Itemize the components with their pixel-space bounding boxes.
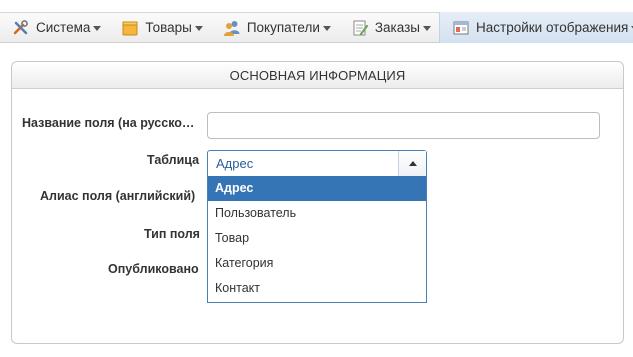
menu-label-system: Система (36, 20, 91, 35)
table-select[interactable]: Адрес (207, 150, 427, 177)
menu-label-customers: Покупатели (246, 20, 320, 35)
panel-title: ОСНОВНАЯ ИНФОРМАЦИЯ (12, 62, 623, 89)
field-name-label: Название поля (на русско… (22, 116, 195, 130)
table-select-value: Адрес (216, 156, 254, 171)
menu-item-products[interactable]: Товары (109, 12, 210, 43)
dropdown-option-address[interactable]: Адрес (208, 176, 426, 201)
dropdown-option-category[interactable]: Категория (208, 251, 426, 276)
chevron-up-icon[interactable] (398, 151, 426, 176)
field-name-input[interactable] (207, 112, 600, 139)
menu-label-display-settings: Настройки отображения (476, 20, 629, 35)
dropdown-option-contact[interactable]: Контакт (208, 276, 426, 301)
menu-strip: Система Товары Покупатели Заказы Настрой… (0, 12, 633, 43)
tools-icon (12, 19, 30, 37)
menu-item-display-settings[interactable]: Настройки отображения (439, 12, 633, 43)
table-label: Таблица (147, 153, 200, 167)
menu-item-customers[interactable]: Покупатели (211, 12, 339, 43)
box-icon (121, 19, 139, 37)
users-icon (223, 19, 241, 37)
field-type-label: Тип поля (144, 227, 200, 241)
menu-label-products: Товары (145, 20, 192, 35)
dropdown-option-product[interactable]: Товар (208, 226, 426, 251)
menu-item-orders[interactable]: Заказы (339, 12, 439, 43)
chevron-down-icon (322, 26, 331, 31)
top-menu-bar: Система Товары Покупатели Заказы Настрой… (0, 0, 633, 55)
chevron-down-icon (194, 26, 203, 31)
menu-item-system[interactable]: Система (0, 12, 109, 43)
chevron-down-icon (423, 26, 432, 31)
published-label: Опубликовано (108, 262, 199, 276)
window-settings-icon (452, 19, 470, 37)
chevron-down-icon (93, 26, 102, 31)
notepad-icon (351, 19, 369, 37)
dropdown-option-user[interactable]: Пользователь (208, 201, 426, 226)
field-alias-label: Алиас поля (английский) (40, 189, 196, 203)
menu-label-orders: Заказы (374, 20, 421, 35)
table-dropdown-list: Адрес Пользователь Товар Категория Конта… (207, 176, 427, 303)
